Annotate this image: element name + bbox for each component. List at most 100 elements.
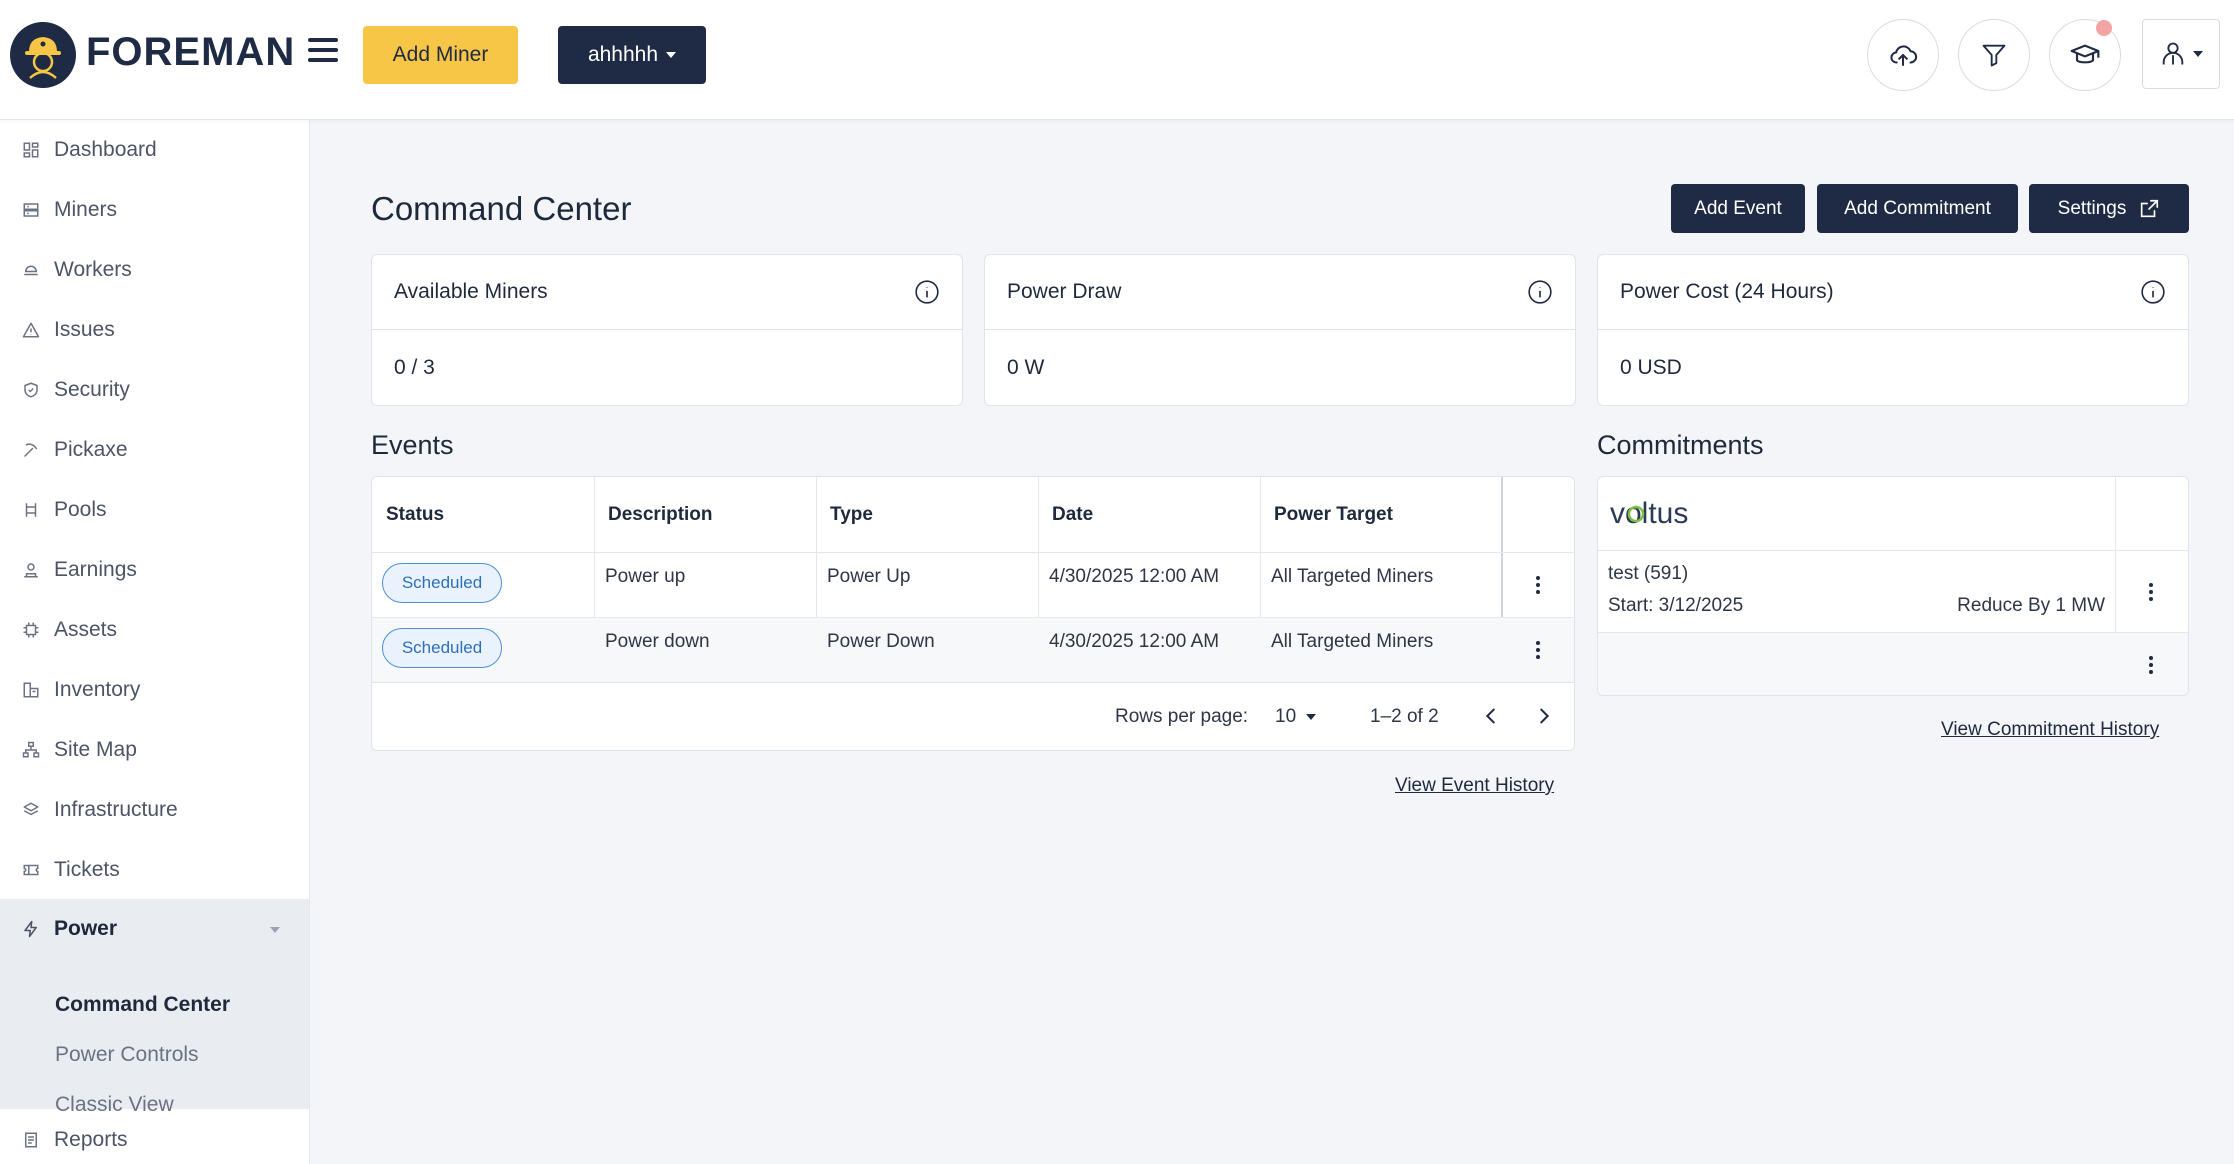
sidebar-subitem-power-controls[interactable]: Power Controls	[55, 1043, 199, 1067]
power-cost-card: Power Cost (24 Hours) 0 USD	[1597, 254, 2189, 406]
commitment-row[interactable]: test (591) Start: 3/12/2025 Reduce By 1 …	[1598, 550, 2188, 632]
event-target: All Targeted Miners	[1271, 631, 1434, 652]
voltus-logo: voltus	[1610, 495, 1702, 540]
shield-icon	[24, 382, 38, 398]
status-badge: Scheduled	[382, 563, 502, 603]
card-title: Available Miners	[394, 280, 548, 303]
power-submenu: Power Command Center Power Controls Clas…	[0, 899, 309, 1116]
sidebar-item-workers[interactable]: Workers	[0, 240, 309, 300]
chevron-down-icon	[1306, 713, 1317, 720]
chevron-right-icon[interactable]	[1533, 705, 1555, 727]
event-description: Power up	[605, 566, 686, 587]
event-date: 4/30/2025 12:00 AM	[1049, 566, 1220, 587]
row-actions-kebab-icon[interactable]	[2136, 577, 2166, 607]
academy-button[interactable]	[2049, 19, 2121, 91]
event-type: Power Down	[827, 631, 935, 652]
commitment-reduction: Reduce By 1 MW	[1957, 595, 2105, 616]
sidebar-item-issues[interactable]: Issues	[0, 300, 309, 360]
sidebar-item-reports[interactable]: Reports	[0, 1110, 309, 1164]
voltus-logo-text: voltus	[1610, 497, 1688, 530]
sidebar-item-pools[interactable]: Pools	[0, 480, 309, 540]
card-value: 0 / 3	[394, 355, 435, 379]
row-actions-kebab-icon[interactable]	[1523, 635, 1553, 665]
filter-button[interactable]	[1958, 19, 2030, 91]
event-date: 4/30/2025 12:00 AM	[1049, 631, 1220, 652]
upload-button[interactable]	[1867, 19, 1939, 91]
commitments-title: Commitments	[1597, 430, 1764, 460]
commitment-row[interactable]	[1598, 632, 2188, 695]
table-row[interactable]: Scheduled Power up Power Up 4/30/2025 12…	[372, 552, 1574, 617]
column-header-status[interactable]: Status	[386, 477, 444, 552]
sidebar-item-pickaxe[interactable]: Pickaxe	[0, 420, 309, 480]
sidebar-item-label: Infrastructure	[54, 798, 178, 821]
sitemap-icon	[22, 741, 40, 758]
user-icon	[2162, 42, 2184, 65]
sidebar-item-label: Dashboard	[54, 138, 157, 161]
earnings-icon	[24, 563, 38, 578]
column-header-description[interactable]: Description	[608, 477, 713, 552]
info-icon[interactable]	[2140, 279, 2166, 305]
table-row[interactable]: Scheduled Power down Power Down 4/30/202…	[372, 617, 1574, 682]
sidebar-item-assets[interactable]: Assets	[0, 600, 309, 660]
event-target: All Targeted Miners	[1271, 566, 1434, 587]
column-header-power-target[interactable]: Power Target	[1274, 477, 1393, 552]
add-event-button[interactable]: Add Event	[1671, 184, 1805, 233]
commitments-table: voltus test (591) Start: 3/12/2025 Reduc…	[1597, 476, 2189, 696]
menu-toggle-icon[interactable]	[308, 38, 338, 64]
sidebar-item-inventory[interactable]: Inventory	[0, 660, 309, 720]
site-selector-button[interactable]: ahhhhh	[558, 26, 706, 84]
site-selector-label: ahhhhh	[587, 43, 659, 66]
sidebar-item-label: Pickaxe	[54, 438, 128, 461]
add-miner-button[interactable]: Add Miner	[363, 26, 518, 84]
graduation-cap-icon	[2070, 44, 2100, 64]
sidebar-item-infrastructure[interactable]: Infrastructure	[0, 780, 309, 840]
sidebar-item-label: Workers	[54, 258, 132, 281]
sidebar: Dashboard Miners Workers Issues Security…	[0, 120, 310, 1164]
column-header-date[interactable]: Date	[1052, 477, 1093, 552]
card-title: Power Draw	[1007, 280, 1122, 303]
chevron-down-icon	[666, 52, 677, 59]
user-menu-button[interactable]	[2142, 19, 2220, 89]
column-header-type[interactable]: Type	[830, 477, 873, 552]
available-miners-card: Available Miners 0 / 3	[371, 254, 963, 406]
events-title: Events	[371, 430, 454, 460]
sidebar-item-security[interactable]: Security	[0, 360, 309, 420]
sidebar-item-site-map[interactable]: Site Map	[0, 720, 309, 780]
sidebar-item-label: Inventory	[54, 678, 141, 701]
info-icon[interactable]	[914, 279, 940, 305]
view-commitment-history-link[interactable]: View Commitment History	[1941, 719, 2159, 741]
sidebar-item-dashboard[interactable]: Dashboard	[0, 120, 309, 180]
commitment-name: test (591)	[1608, 563, 1689, 584]
view-event-history-link[interactable]: View Event History	[1395, 775, 1554, 797]
page-title: Command Center	[371, 190, 632, 227]
sidebar-subitem-command-center[interactable]: Command Center	[55, 993, 230, 1017]
sidebar-item-power[interactable]: Power	[0, 899, 309, 959]
sidebar-item-earnings[interactable]: Earnings	[0, 540, 309, 600]
chevron-left-icon[interactable]	[1480, 705, 1502, 727]
settings-button[interactable]: Settings	[2029, 184, 2189, 233]
add-commitment-button[interactable]: Add Commitment	[1817, 184, 2018, 233]
row-actions-kebab-icon[interactable]	[2136, 650, 2166, 680]
filter-icon	[1982, 44, 2006, 67]
power-draw-card: Power Draw 0 W	[984, 254, 1576, 406]
status-badge: Scheduled	[382, 628, 502, 668]
commitment-start: Start: 3/12/2025	[1608, 595, 1744, 616]
chevron-down-icon	[2193, 51, 2203, 57]
external-link-icon	[2141, 199, 2159, 217]
rows-per-page-label: Rows per page:	[1115, 706, 1249, 727]
row-actions-kebab-icon[interactable]	[1523, 570, 1553, 600]
rows-per-page-select[interactable]: 10	[1275, 706, 1317, 728]
sidebar-item-label: Site Map	[54, 738, 137, 761]
info-icon[interactable]	[1527, 279, 1553, 305]
table-pagination: Rows per page: 10 1–2 of 2	[372, 682, 1574, 750]
lightning-icon	[24, 920, 37, 938]
card-value: 0 W	[1007, 355, 1045, 379]
foreman-logo-icon	[10, 22, 76, 88]
sidebar-item-miners[interactable]: Miners	[0, 180, 309, 240]
server-icon	[23, 203, 39, 217]
sidebar-item-label: Pools	[54, 498, 107, 521]
sidebar-item-label: Issues	[54, 318, 115, 341]
sidebar-item-tickets[interactable]: Tickets	[0, 840, 309, 900]
sidebar-item-label: Earnings	[54, 558, 137, 581]
sidebar-item-label: Assets	[54, 618, 118, 641]
